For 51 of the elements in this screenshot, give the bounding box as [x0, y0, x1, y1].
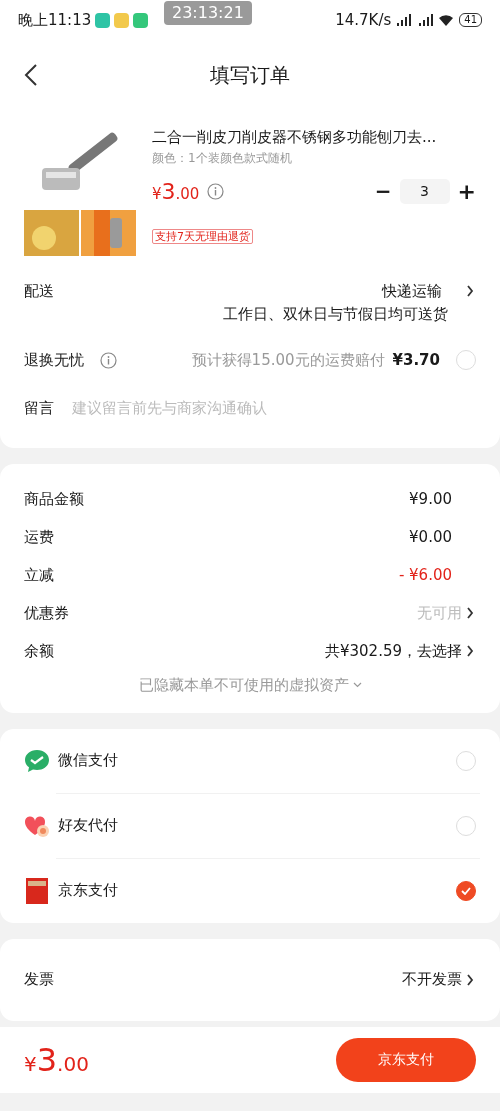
network-speed: 14.7K/s — [335, 9, 392, 31]
chevron-icon — [466, 645, 476, 657]
app-notification-icon — [133, 12, 149, 28]
summary-label: 余额 — [24, 640, 54, 662]
info-icon[interactable] — [207, 182, 225, 200]
delivery-method[interactable]: 快递运输 — [382, 280, 442, 303]
page-title: 填写订单 — [210, 62, 290, 89]
summary-label: 商品金额 — [24, 488, 84, 510]
invoice-value[interactable]: 不开发票 — [402, 968, 462, 991]
insurance-label: 退换无忧 — [24, 350, 84, 371]
payment-method-name[interactable]: 京东支付 — [58, 879, 118, 902]
card-icon — [24, 877, 50, 904]
insurance-price: ¥3.70 — [392, 350, 440, 371]
summary-value: ¥9.00 — [409, 488, 452, 510]
info-icon[interactable] — [100, 351, 117, 369]
chevron-icon — [466, 973, 476, 986]
return-policy-tag: 支持7天无理由退货 — [152, 228, 253, 244]
summary-label: 优惠券 — [24, 602, 69, 624]
payment-method-name[interactable]: 好友代付 — [58, 814, 118, 837]
chat-bubble-icon — [24, 748, 50, 773]
minus-button[interactable]: − — [374, 176, 392, 206]
total-price: ¥3.00 — [24, 1039, 89, 1081]
payment-radio[interactable] — [456, 880, 476, 901]
summary-value: - ¥6.00 — [398, 564, 452, 586]
app-notification-icon — [114, 12, 130, 28]
quantity-field[interactable]: 3 — [399, 178, 450, 204]
app-notification-icon — [95, 12, 111, 28]
caret-icon — [352, 682, 362, 689]
delivery-label: 配送 — [24, 281, 54, 302]
pay-button[interactable]: 京东支付 — [336, 1037, 476, 1082]
message-label: 留言 — [24, 397, 54, 419]
delivery-note: 工作日、双休日与节假日均可送货 — [223, 303, 448, 325]
summary-label: 运费 — [24, 526, 54, 548]
signal-icon — [395, 13, 456, 27]
invoice-label: 发票 — [24, 969, 54, 991]
recording-timer: 23:13:21 — [164, 1, 252, 25]
summary-value[interactable]: 共¥302.59，去选择 — [324, 639, 462, 663]
back-icon[interactable] — [24, 63, 38, 87]
product-spec: 颜色：1个装颜色款式随机 — [152, 149, 293, 167]
summary-value: ¥0.00 — [409, 526, 452, 548]
product-name: 二合一削皮刀削皮器不锈钢多功能刨刀去... — [152, 127, 438, 148]
check-icon — [461, 886, 471, 895]
plus-button[interactable]: + — [457, 174, 476, 208]
chevron-icon — [466, 607, 476, 619]
status-time: 晚上11:13 — [18, 9, 92, 31]
payment-method-name[interactable]: 微信支付 — [58, 749, 118, 772]
insurance-description: 预计获得15.00元的运费赔付 — [191, 350, 385, 371]
battery-indicator: 41 — [459, 13, 482, 27]
summary-label: 立减 — [24, 564, 54, 586]
chevron-icon — [466, 285, 476, 298]
product-price: ¥3.00 — [152, 177, 200, 206]
